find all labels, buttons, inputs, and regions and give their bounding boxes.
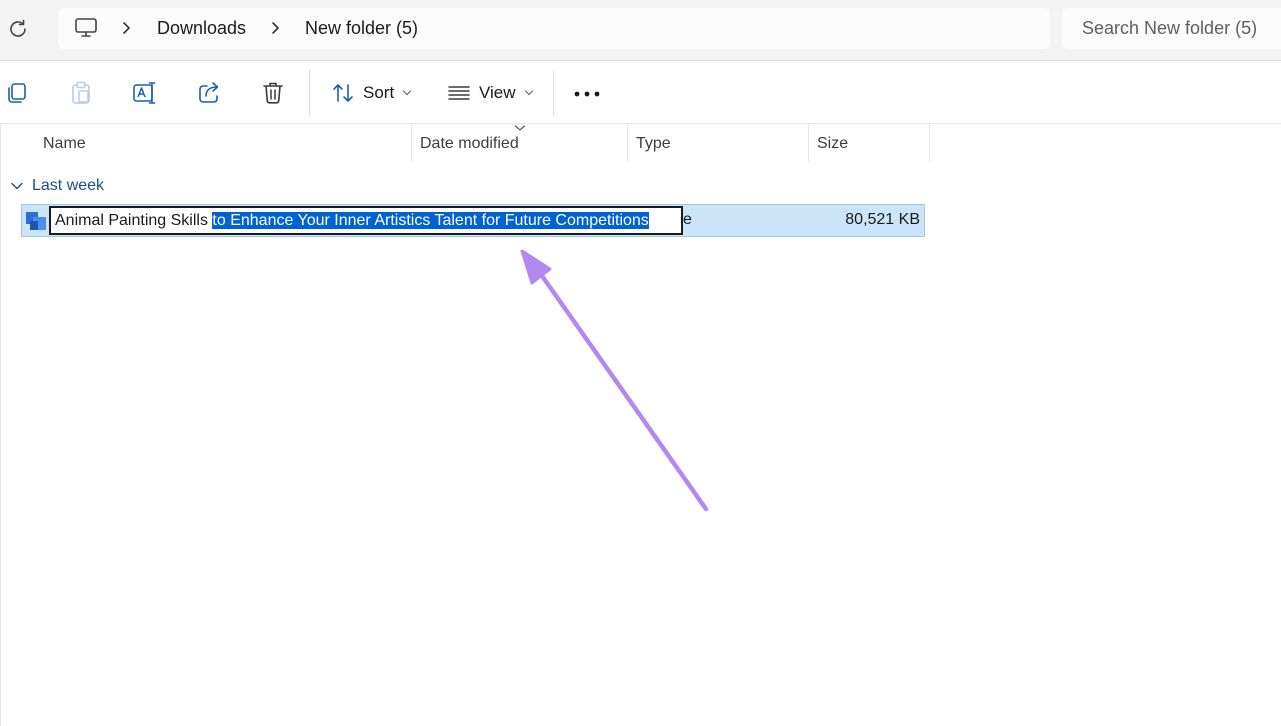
view-label: View (479, 83, 516, 102)
address-bar[interactable]: Downloads New folder (5) (58, 8, 1050, 49)
view-list-icon (448, 86, 470, 100)
column-header-label: Name (43, 135, 86, 152)
file-size: 80,521 KB (845, 211, 920, 228)
column-header-size[interactable]: Size (809, 124, 930, 162)
breadcrumb-current-folder[interactable]: New folder (5) (305, 18, 418, 39)
chevron-down-icon (403, 90, 412, 96)
column-header-type[interactable]: Type (628, 124, 809, 162)
file-type: e (683, 211, 692, 228)
rename-icon[interactable] (131, 79, 159, 107)
breadcrumb-downloads[interactable]: Downloads (157, 18, 246, 39)
chevron-down-icon[interactable] (10, 181, 24, 191)
column-header-label: Size (817, 135, 849, 152)
view-button[interactable]: View (447, 80, 534, 106)
sort-icon (333, 84, 353, 102)
group-label: Last week (32, 177, 105, 194)
chevron-right-icon[interactable] (120, 20, 134, 36)
rename-text-unselected: Animal Painting Skills (55, 212, 213, 229)
this-pc-icon[interactable] (74, 17, 98, 39)
paste-icon[interactable] (67, 79, 95, 107)
group-header-last-week[interactable]: Last week (10, 176, 104, 196)
copy-icon[interactable] (4, 79, 32, 107)
delete-icon[interactable] (259, 79, 287, 107)
refresh-icon[interactable] (6, 17, 30, 41)
column-header-name[interactable]: Name (35, 124, 412, 162)
sort-button[interactable]: Sort (331, 80, 412, 106)
rename-input[interactable]: Animal Painting Skills to Enhance Your I… (49, 206, 683, 235)
share-icon[interactable] (195, 79, 223, 107)
column-headers: Name Date modified Type Size (0, 124, 930, 162)
column-header-label: Date modified (420, 135, 519, 152)
chevron-down-icon (524, 90, 533, 96)
file-row-selected[interactable]: Animal Painting Skills to Enhance Your I… (21, 204, 925, 237)
address-bar-region: Downloads New folder (5) Search New fold… (0, 0, 1281, 61)
command-bar: Sort View (0, 61, 1281, 124)
search-box[interactable]: Search New folder (5) (1062, 8, 1281, 49)
sort-label: Sort (363, 83, 395, 102)
video-file-icon (26, 212, 46, 230)
toolbar-separator (553, 70, 554, 116)
search-placeholder[interactable]: Search New folder (5) (1082, 18, 1257, 39)
rename-text-selected: to Enhance Your Inner Artistics Talent f… (212, 212, 649, 229)
chevron-right-icon[interactable] (269, 20, 283, 36)
annotation-arrow (520, 249, 709, 512)
sort-indicator-icon (514, 125, 526, 131)
column-header-label: Type (636, 135, 671, 152)
more-options-icon[interactable] (574, 91, 600, 97)
toolbar-separator (309, 70, 310, 116)
pane-border (0, 124, 1, 726)
